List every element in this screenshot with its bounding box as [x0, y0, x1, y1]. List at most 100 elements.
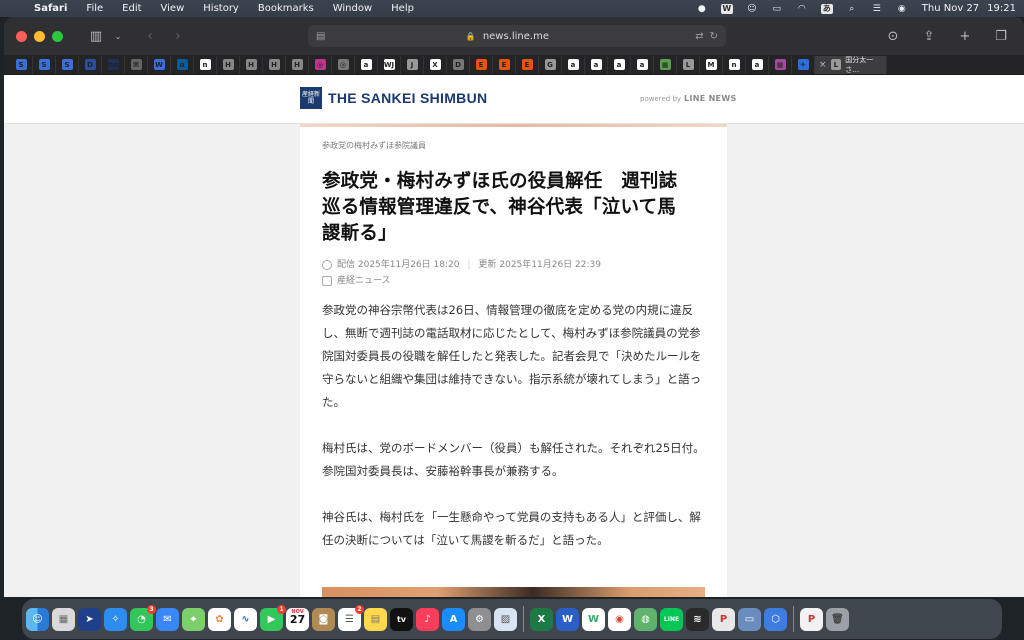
tab-overview-icon[interactable]: ❐	[990, 29, 1012, 44]
pinned-tab[interactable]: S	[10, 55, 33, 74]
word-icon[interactable]: W	[556, 607, 579, 631]
screen-capture-icon[interactable]: ▭	[738, 607, 761, 631]
pinned-tab[interactable]: a	[631, 55, 654, 74]
maps-pin-icon[interactable]: ◍	[634, 607, 657, 631]
pinned-tab[interactable]: G	[539, 55, 562, 74]
pinned-tab[interactable]: WJ	[378, 55, 401, 74]
reminders-icon[interactable]: ☰ 2	[338, 604, 364, 631]
network-icon[interactable]: ⬡	[764, 607, 787, 631]
preview-icon[interactable]: ▨	[494, 607, 517, 631]
menu-help[interactable]: Help	[391, 3, 414, 14]
address-bar[interactable]: ▤ 🔒 news.line.me ⇄ ↻	[308, 25, 726, 47]
zoom-window-button[interactable]	[52, 30, 63, 42]
active-tab[interactable]: × L 国分太一さ…	[815, 55, 887, 74]
pinned-tab[interactable]: E	[516, 55, 539, 74]
pinned-tab[interactable]: D	[79, 55, 102, 74]
pinned-tab[interactable]: D	[447, 55, 470, 74]
writer-icon[interactable]: W	[582, 607, 605, 631]
menu-file[interactable]: File	[86, 3, 103, 14]
close-window-button[interactable]	[16, 30, 27, 42]
finder-icon[interactable]: ☺	[26, 607, 49, 631]
pinned-tab[interactable]: S	[56, 55, 79, 74]
chevron-down-icon[interactable]: ⌄	[107, 32, 129, 41]
pinned-tab[interactable]: H	[217, 55, 240, 74]
sankei-logo[interactable]: 産経新聞 THE SANKEI SHIMBUN	[300, 87, 487, 109]
share-icon[interactable]: ⇪	[918, 29, 940, 44]
w-status-icon[interactable]: W	[720, 3, 733, 14]
pinned-tab[interactable]: ◎	[332, 55, 355, 74]
pinned-tab[interactable]: a	[746, 55, 769, 74]
pinned-tab[interactable]: ◎	[309, 55, 332, 74]
pinned-tab[interactable]: X	[424, 55, 447, 74]
pinned-tab[interactable]: ▦	[654, 55, 677, 74]
maps-icon[interactable]: ⌖	[182, 607, 205, 631]
minimize-window-button[interactable]	[34, 30, 45, 42]
notes-icon[interactable]: ▤	[364, 607, 387, 631]
pinned-tab[interactable]: J	[401, 55, 424, 74]
pinned-tab[interactable]: ✈	[792, 55, 815, 74]
siri-icon[interactable]: ◉	[896, 4, 908, 14]
audio-wave-icon[interactable]: ≋	[686, 607, 709, 631]
excel-icon[interactable]: X	[530, 607, 553, 631]
mail-icon[interactable]: ✉	[156, 607, 179, 631]
pinned-tab[interactable]: H	[286, 55, 309, 74]
clock-date[interactable]: Thu Nov 27	[922, 3, 979, 14]
menu-app-name[interactable]: Safari	[34, 3, 67, 14]
article-category[interactable]: 参政党の梅村みずほ参院議員	[322, 140, 705, 151]
pinned-tab[interactable]: H	[240, 55, 263, 74]
line-icon[interactable]: LINE	[660, 607, 683, 631]
pinned-tab[interactable]: M	[700, 55, 723, 74]
downloads-icon[interactable]: ⊙	[882, 29, 904, 44]
pinned-tab[interactable]: L	[677, 55, 700, 74]
pinned-tab[interactable]: ▦	[769, 55, 792, 74]
spotlight-search-icon[interactable]: ⌕	[846, 4, 858, 14]
article-source[interactable]: 産経ニュース	[337, 273, 391, 289]
pinned-tab[interactable]: n	[194, 55, 217, 74]
photos-icon[interactable]: ✿	[208, 607, 231, 631]
line-status-icon[interactable]: ●	[696, 4, 708, 14]
input-method-icon[interactable]: あ	[820, 3, 833, 14]
forward-button[interactable]: ›	[167, 29, 189, 44]
calendar-icon[interactable]: NOV 27	[286, 607, 309, 631]
menu-bookmarks[interactable]: Bookmarks	[258, 3, 314, 14]
safari-icon[interactable]: ✧	[104, 607, 127, 631]
pinned-tab[interactable]: H	[263, 55, 286, 74]
document-pdf-icon[interactable]: P	[800, 607, 823, 631]
pinned-tab[interactable]: a	[562, 55, 585, 74]
system-settings-icon[interactable]: ⚙	[468, 607, 491, 631]
pinned-tab[interactable]: W	[148, 55, 171, 74]
app-store-icon[interactable]: A	[442, 607, 465, 631]
freeform-icon[interactable]: ∿	[234, 607, 257, 631]
menu-view[interactable]: View	[161, 3, 185, 14]
menu-window[interactable]: Window	[333, 3, 372, 14]
back-button[interactable]: ‹	[139, 29, 161, 44]
control-center-icon[interactable]: ☰	[871, 4, 883, 14]
launchpad-icon[interactable]: ▦	[52, 607, 75, 631]
pinned-tab[interactable]: o	[171, 55, 194, 74]
pinned-tab[interactable]: a	[608, 55, 631, 74]
close-tab-icon[interactable]: ×	[819, 60, 827, 70]
messages-icon[interactable]: ◔ 3	[130, 604, 156, 631]
translate-icon[interactable]: ⇄	[695, 31, 703, 42]
wifi-icon[interactable]: ◠	[796, 4, 808, 14]
contacts-icon[interactable]: ◙	[312, 607, 335, 631]
new-tab-button[interactable]: +	[954, 29, 976, 44]
face-status-icon[interactable]: ☺	[746, 4, 758, 14]
pinned-tab[interactable]: n	[723, 55, 746, 74]
pinned-tab[interactable]: E	[493, 55, 516, 74]
trash-icon[interactable]: 🗑	[826, 607, 849, 631]
menu-edit[interactable]: Edit	[122, 3, 141, 14]
pinned-tab[interactable]: S	[33, 55, 56, 74]
chrome-icon[interactable]: ◉	[608, 607, 631, 631]
powerpoint-pdf-icon[interactable]: P	[712, 607, 735, 631]
reload-icon[interactable]: ↻	[710, 31, 718, 42]
menu-history[interactable]: History	[203, 3, 239, 14]
facetime-icon[interactable]: ▶ 1	[260, 604, 286, 631]
music-icon[interactable]: ♪	[416, 607, 439, 631]
pinned-tab[interactable]: mn	[102, 55, 125, 74]
pinned-tab[interactable]: a	[355, 55, 378, 74]
page-menu-icon[interactable]: ▤	[316, 31, 325, 42]
pinned-tab[interactable]: ⌘	[125, 55, 148, 74]
sidebar-toggle-icon[interactable]: ▥	[85, 29, 107, 44]
apple-tv-icon[interactable]: tv	[390, 607, 413, 631]
